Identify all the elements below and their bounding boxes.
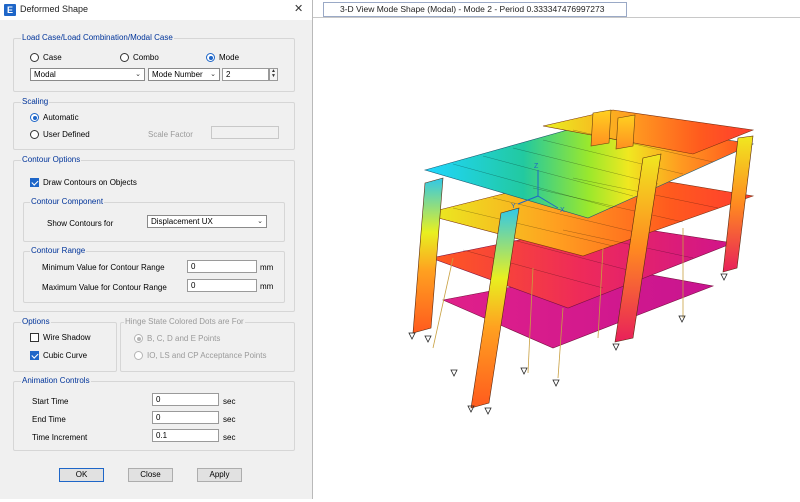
chevron-down-icon: ⌄ (210, 71, 216, 78)
radio-user-defined-label: User Defined (43, 130, 90, 139)
scaling-group-label: Scaling (21, 97, 50, 106)
min-range-label: Minimum Value for Contour Range (42, 263, 165, 272)
options-group (13, 322, 117, 372)
show-contours-value: Displacement UX (151, 217, 213, 226)
column-left-front (412, 177, 444, 334)
apply-button[interactable]: Apply (197, 468, 242, 482)
cubic-curve-label: Cubic Curve (43, 351, 88, 360)
etabs-app-icon: E (4, 4, 16, 16)
end-time-input[interactable]: 0 (152, 411, 219, 424)
hinge-group-label: Hinge State Colored Dots are For (124, 317, 245, 326)
time-increment-label: Time Increment (32, 433, 88, 442)
radio-case[interactable] (30, 53, 39, 62)
end-time-label: End Time (32, 415, 66, 424)
mode-select-value: Mode Number (152, 70, 203, 79)
axis-y-label: Y (511, 203, 516, 210)
draw-contours-checkbox[interactable] (30, 178, 39, 187)
radio-combo[interactable] (120, 53, 129, 62)
close-icon[interactable]: ✕ (294, 2, 303, 15)
radio-hinge-acceptance[interactable] (134, 351, 143, 360)
radio-hinge-bcde[interactable] (134, 334, 143, 343)
min-range-input[interactable]: 0 (187, 260, 257, 273)
contour-component-label: Contour Component (30, 197, 105, 206)
axis-x-label: X (560, 207, 565, 214)
draw-contours-label: Draw Contours on Objects (43, 178, 137, 187)
wire-shadow-label: Wire Shadow (43, 333, 91, 342)
radio-hinge-acceptance-label: IO, LS and CP Acceptance Points (147, 351, 267, 360)
min-range-unit: mm (260, 263, 274, 272)
dialog-titlebar: E Deformed Shape ✕ (0, 0, 312, 20)
hinge-group (120, 322, 295, 372)
building-mode-shape-render: Z X Y (408, 109, 755, 415)
core-wall-1 (590, 109, 612, 147)
time-increment-input[interactable]: 0.1 (152, 429, 219, 442)
start-time-input[interactable]: 0 (152, 393, 219, 406)
radio-user-defined[interactable] (30, 130, 39, 139)
max-range-label: Maximum Value for Contour Range (42, 283, 167, 292)
spin-down-icon[interactable]: ▼ (270, 74, 277, 79)
axis-z-label: Z (534, 163, 539, 170)
view-tab[interactable]: 3-D View Mode Shape (Modal) - Mode 2 - P… (323, 2, 627, 17)
close-button[interactable]: Close (128, 468, 173, 482)
model-viewport[interactable]: Z X Y (313, 17, 800, 500)
cubic-curve-checkbox[interactable] (30, 351, 39, 360)
dialog-title: Deformed Shape (20, 4, 89, 14)
load-case-group-label: Load Case/Load Combination/Modal Case (21, 33, 174, 42)
mode-number-spinner[interactable]: ▲ ▼ (269, 68, 278, 81)
radio-mode[interactable] (206, 53, 215, 62)
animation-group-label: Animation Controls (21, 376, 91, 385)
scale-factor-label: Scale Factor (148, 130, 193, 139)
options-group-label: Options (21, 317, 51, 326)
contour-range-group (23, 251, 285, 303)
wire-shadow-checkbox[interactable] (30, 333, 39, 342)
mode-select[interactable]: Mode Number ⌄ (148, 68, 220, 81)
radio-mode-label: Mode (219, 53, 240, 62)
end-time-unit: sec (223, 415, 236, 424)
show-contours-label: Show Contours for (47, 219, 114, 228)
radio-automatic-label: Automatic (43, 113, 79, 122)
scale-factor-input[interactable] (211, 126, 279, 139)
contour-options-group-label: Contour Options (21, 155, 82, 164)
mode-number-input[interactable]: 2 (222, 68, 269, 81)
chevron-down-icon: ⌄ (257, 218, 263, 225)
show-contours-select[interactable]: Displacement UX ⌄ (147, 215, 267, 228)
chevron-down-icon: ⌄ (135, 71, 141, 78)
deformed-shape-dialog: E Deformed Shape ✕ Load Case/Load Combin… (0, 0, 313, 499)
start-time-label: Start Time (32, 397, 69, 406)
radio-combo-label: Combo (133, 53, 159, 62)
max-range-input[interactable]: 0 (187, 279, 257, 292)
radio-case-label: Case (43, 53, 62, 62)
ok-button[interactable]: OK (59, 468, 104, 482)
radio-automatic[interactable] (30, 113, 39, 122)
max-range-unit: mm (260, 282, 274, 291)
load-case-group (13, 38, 295, 92)
start-time-unit: sec (223, 397, 236, 406)
time-increment-unit: sec (223, 433, 236, 442)
contour-range-label: Contour Range (30, 246, 87, 255)
case-select[interactable]: Modal ⌄ (30, 68, 145, 81)
radio-hinge-bcde-label: B, C, D and E Points (147, 334, 221, 343)
case-select-value: Modal (34, 70, 56, 79)
core-wall-2 (615, 114, 636, 150)
